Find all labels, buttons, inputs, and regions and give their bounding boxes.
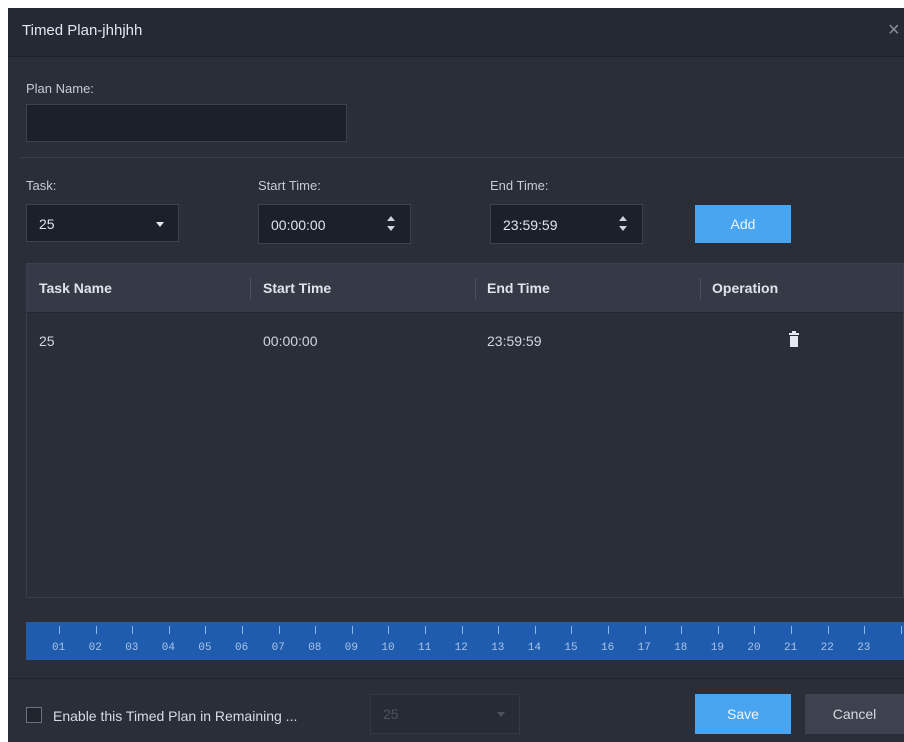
timeline-tick [900,626,902,634]
trash-icon[interactable] [789,331,799,347]
timeline-hour-label: 20 [747,642,761,654]
enable-remaining-label: Enable this Timed Plan in Remaining ... [53,708,298,724]
remaining-task-value: 25 [383,706,399,722]
task-select[interactable]: 25 [26,204,179,242]
dialog-title: Timed Plan-jhhjhh [22,22,143,39]
enable-remaining-checkbox[interactable] [26,707,42,723]
column-header-end-time: End Time [487,280,550,296]
timeline-hour-label: 15 [564,642,578,654]
timeline-tick [864,626,866,634]
task-label: Task: [26,178,57,193]
timeline-tick [681,626,683,634]
timed-plan-dialog: Timed Plan-jhhjhh × Plan Name: Task: 25 … [8,8,904,742]
column-separator [250,278,251,300]
timeline-hour-label: 01 [52,642,66,654]
cell-start-time: 00:00:00 [263,333,318,349]
cell-task-name: 25 [39,333,55,349]
timeline-tick [754,626,756,634]
section-divider [20,157,904,158]
timeline-hour-label: 10 [381,642,395,654]
cancel-button[interactable]: Cancel [805,694,904,734]
timeline-bar[interactable]: 01 02 03 04 05 06 07 08 09 10 11 12 13 14 15 16 17 18 19 20… [26,622,904,660]
cell-end-time: 23:59:59 [487,333,542,349]
spinner-icon[interactable] [618,216,628,234]
timeline-hour-label: 21 [784,642,798,654]
remaining-task-select: 25 [370,694,520,734]
timeline-tick [571,626,573,634]
timeline-tick [132,626,134,634]
timeline-hour-label: 17 [637,642,651,654]
timeline-tick [205,626,207,634]
start-time-label: Start Time: [258,178,321,193]
plan-name-label: Plan Name: [26,81,94,96]
start-time-value: 00:00:00 [271,217,326,233]
column-separator [700,278,701,300]
timeline-hour-label: 19 [710,642,724,654]
timeline-hour-label: 08 [308,642,322,654]
timeline-hour-label: 07 [271,642,285,654]
timeline-hour-label: 02 [88,642,102,654]
timeline-tick [425,626,426,634]
column-header-task-name: Task Name [39,280,112,296]
timeline-tick [791,626,792,634]
dialog-titlebar: Timed Plan-jhhjhh × [8,8,904,57]
timeline-tick [534,626,536,634]
start-time-field[interactable]: 00:00:00 [258,204,411,244]
timeline-hour-label: 23 [857,642,871,654]
timeline-hour-label: 13 [491,642,505,654]
end-time-value: 23:59:59 [503,217,558,233]
timeline-hour-label: 05 [198,642,212,654]
timeline-hour-label: 22 [820,642,834,654]
timeline-tick [608,626,609,634]
timeline-hour-label: 18 [674,642,688,654]
save-button[interactable]: Save [695,694,791,734]
timeline-tick [461,626,463,634]
timeline-tick [388,626,390,634]
timeline-tick [498,626,500,634]
timeline-hour-label: 11 [418,642,432,654]
timeline-tick [717,626,719,634]
column-header-operation: Operation [712,280,779,296]
end-time-field[interactable]: 23:59:59 [490,204,643,244]
timeline-tick [315,626,317,634]
close-icon[interactable]: × [888,19,904,42]
timeline-tick [242,626,243,634]
add-button[interactable]: Add [695,205,791,243]
timeline-hour-label: 09 [344,642,358,654]
chevron-down-icon [497,712,505,717]
task-table: Task Name Start Time End Time Operation … [26,263,904,598]
timeline-hour-label: 12 [454,642,468,654]
timeline-tick [95,626,97,634]
column-separator [475,278,476,300]
timeline-tick [168,626,170,634]
timeline-tick [278,626,280,634]
plan-name-input[interactable] [27,105,346,141]
timeline-tick [59,626,60,634]
timeline-hour-label: 06 [235,642,249,654]
table-header: Task Name Start Time End Time Operation [27,264,903,313]
end-time-label: End Time: [490,178,549,193]
timeline-tick [644,626,646,634]
table-row[interactable]: 25 00:00:00 23:59:59 [27,313,903,367]
timeline-hour-label: 04 [161,642,175,654]
timeline-hour-label: 16 [601,642,615,654]
column-header-start-time: Start Time [263,280,332,296]
plan-name-field[interactable] [26,104,347,142]
spinner-icon[interactable] [386,216,396,234]
timeline-hour-label: 03 [125,642,139,654]
task-selected-value: 25 [39,216,55,232]
timeline-hour-label: 14 [527,642,541,654]
footer-divider [8,678,904,679]
chevron-down-icon [156,222,164,227]
timeline-tick [827,626,829,634]
timeline-tick [351,626,353,634]
